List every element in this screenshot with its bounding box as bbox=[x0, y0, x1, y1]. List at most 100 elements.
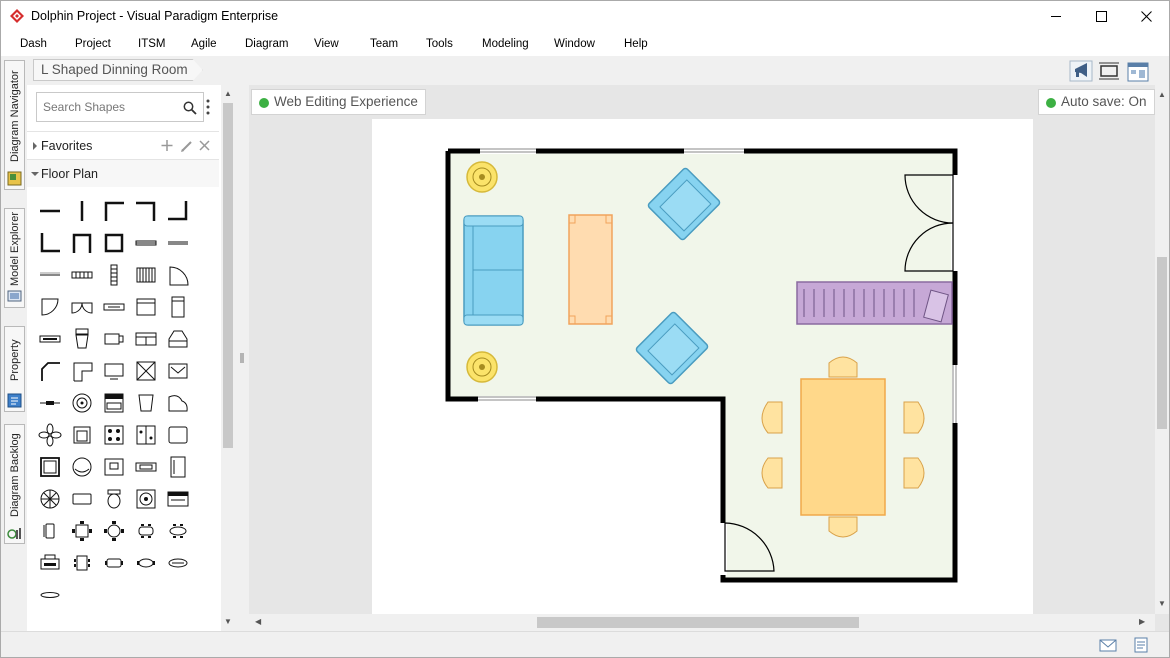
close-button[interactable] bbox=[1123, 1, 1169, 32]
menu-modeling[interactable]: Modeling bbox=[482, 38, 529, 50]
wall-l-shape[interactable] bbox=[34, 227, 66, 259]
washer-shape[interactable] bbox=[98, 451, 130, 483]
scroll-thumb[interactable] bbox=[537, 617, 859, 628]
cabinet-shape[interactable] bbox=[130, 291, 162, 323]
wall-horizontal-shape[interactable] bbox=[34, 195, 66, 227]
notes-icon[interactable] bbox=[1132, 637, 1150, 653]
minimize-button[interactable] bbox=[1033, 1, 1079, 32]
scroll-thumb[interactable] bbox=[223, 103, 233, 448]
wall-vertical-shape[interactable] bbox=[66, 195, 98, 227]
scroll-right-icon[interactable]: ▶ bbox=[1139, 617, 1145, 626]
tab-model-explorer[interactable]: Model Explorer bbox=[4, 208, 25, 308]
fridge-shape[interactable] bbox=[162, 451, 194, 483]
piano-shape[interactable] bbox=[162, 387, 194, 419]
add-icon[interactable] bbox=[161, 140, 173, 151]
window-thin-shape[interactable] bbox=[162, 227, 194, 259]
menu-tools[interactable]: Tools bbox=[426, 38, 453, 50]
wall-corner-bottom-shape[interactable] bbox=[162, 195, 194, 227]
search-input[interactable] bbox=[43, 100, 173, 114]
conference-table-shape[interactable] bbox=[162, 515, 194, 547]
toilet-top-shape[interactable] bbox=[98, 483, 130, 515]
washing-machine-shape[interactable] bbox=[130, 483, 162, 515]
menu-team[interactable]: Team bbox=[370, 38, 398, 50]
door-shape[interactable] bbox=[34, 291, 66, 323]
plant-shape[interactable] bbox=[34, 419, 66, 451]
desk-shape[interactable] bbox=[130, 323, 162, 355]
armchair-shape[interactable] bbox=[66, 419, 98, 451]
coffee-table-shape[interactable] bbox=[66, 483, 98, 515]
crate-shape[interactable] bbox=[130, 355, 162, 387]
oven-shape[interactable] bbox=[98, 387, 130, 419]
table-four-chairs-shape[interactable] bbox=[66, 515, 98, 547]
menu-diagram[interactable]: Diagram bbox=[245, 38, 288, 50]
chair-single-shape[interactable] bbox=[34, 515, 66, 547]
dining-table[interactable] bbox=[800, 378, 886, 516]
tab-diagram-navigator[interactable]: Diagram Navigator bbox=[4, 60, 25, 190]
tv-stand-shape[interactable] bbox=[98, 323, 130, 355]
menu-project[interactable]: Project bbox=[75, 38, 111, 50]
tab-property[interactable]: Property bbox=[4, 326, 25, 412]
canvas-horizontal-scrollbar[interactable]: ◀ ▶ bbox=[249, 614, 1155, 631]
diagram-canvas[interactable]: Web Editing Experience Auto save: On ▲ ▼… bbox=[249, 85, 1169, 631]
floor-lamp-top[interactable] bbox=[466, 161, 498, 193]
sliding-door-shape[interactable] bbox=[98, 291, 130, 323]
menu-dash[interactable]: Dash bbox=[20, 38, 47, 50]
layout-panel-icon[interactable] bbox=[1126, 61, 1150, 83]
bench-shape[interactable] bbox=[162, 547, 194, 579]
menu-itsm[interactable]: ITSM bbox=[138, 38, 165, 50]
search-icon[interactable] bbox=[183, 101, 197, 115]
wall-corner-right-shape[interactable] bbox=[130, 195, 162, 227]
bathtub-shape[interactable] bbox=[162, 355, 194, 387]
round-table-shape[interactable] bbox=[98, 515, 130, 547]
window-top-right[interactable] bbox=[684, 148, 744, 154]
stove-shape[interactable] bbox=[98, 419, 130, 451]
scroll-up-icon[interactable]: ▲ bbox=[1158, 90, 1166, 99]
shapes-panel-scrollbar[interactable]: ▲ ▼ bbox=[221, 85, 235, 631]
panel-splitter[interactable] bbox=[235, 85, 249, 631]
stairs-vertical-shape[interactable] bbox=[98, 259, 130, 291]
menu-window[interactable]: Window bbox=[554, 38, 595, 50]
scroll-down-icon[interactable]: ▼ bbox=[1158, 599, 1166, 608]
scroll-up-icon[interactable]: ▲ bbox=[224, 89, 232, 98]
wall-corner-shape[interactable] bbox=[98, 195, 130, 227]
sofa-table-shape[interactable] bbox=[130, 547, 162, 579]
oval-table-shape[interactable] bbox=[130, 515, 162, 547]
dining-set-shape[interactable] bbox=[98, 547, 130, 579]
double-door-shape[interactable] bbox=[66, 291, 98, 323]
coffee-table[interactable] bbox=[568, 214, 613, 325]
shelf-shape[interactable] bbox=[130, 451, 162, 483]
auto-save-badge[interactable]: Auto save: On bbox=[1038, 89, 1155, 115]
maximize-button[interactable] bbox=[1078, 1, 1124, 32]
television-shape[interactable] bbox=[98, 355, 130, 387]
menu-help[interactable]: Help bbox=[624, 38, 648, 50]
canvas-vertical-scrollbar[interactable]: ▲ ▼ bbox=[1155, 85, 1169, 614]
sofa[interactable] bbox=[463, 215, 524, 326]
menu-agile[interactable]: Agile bbox=[191, 38, 217, 50]
stairs-horizontal-shape[interactable] bbox=[66, 259, 98, 291]
square-room-shape[interactable] bbox=[34, 451, 66, 483]
scroll-left-icon[interactable]: ◀ bbox=[255, 617, 261, 626]
monitor-shape[interactable] bbox=[162, 419, 194, 451]
window-top-left[interactable] bbox=[480, 148, 536, 154]
wall-step-shape[interactable] bbox=[66, 355, 98, 387]
floor-lamp-bottom[interactable] bbox=[466, 351, 498, 383]
ceiling-fan-shape[interactable] bbox=[34, 483, 66, 515]
handrail-shape[interactable] bbox=[34, 387, 66, 419]
wardrobe-shape[interactable] bbox=[162, 291, 194, 323]
sideboard[interactable] bbox=[796, 281, 953, 325]
announcement-icon[interactable] bbox=[1069, 60, 1093, 82]
soap-dish-shape[interactable] bbox=[34, 579, 66, 611]
edit-icon[interactable] bbox=[181, 141, 192, 152]
menu-view[interactable]: View bbox=[314, 38, 339, 50]
room-shape[interactable] bbox=[98, 227, 130, 259]
basin-shape[interactable] bbox=[66, 451, 98, 483]
group-floor-plan[interactable]: Floor Plan bbox=[27, 159, 219, 187]
wall-diagonal-shape[interactable] bbox=[34, 355, 66, 387]
remove-icon[interactable] bbox=[199, 140, 210, 151]
grill-shape[interactable] bbox=[162, 483, 194, 515]
toilet-shape[interactable] bbox=[66, 323, 98, 355]
mail-icon[interactable] bbox=[1099, 637, 1117, 653]
sink-shape[interactable] bbox=[162, 323, 194, 355]
tab-diagram-backlog[interactable]: Diagram Backlog bbox=[4, 424, 25, 544]
window-shape[interactable] bbox=[130, 227, 162, 259]
